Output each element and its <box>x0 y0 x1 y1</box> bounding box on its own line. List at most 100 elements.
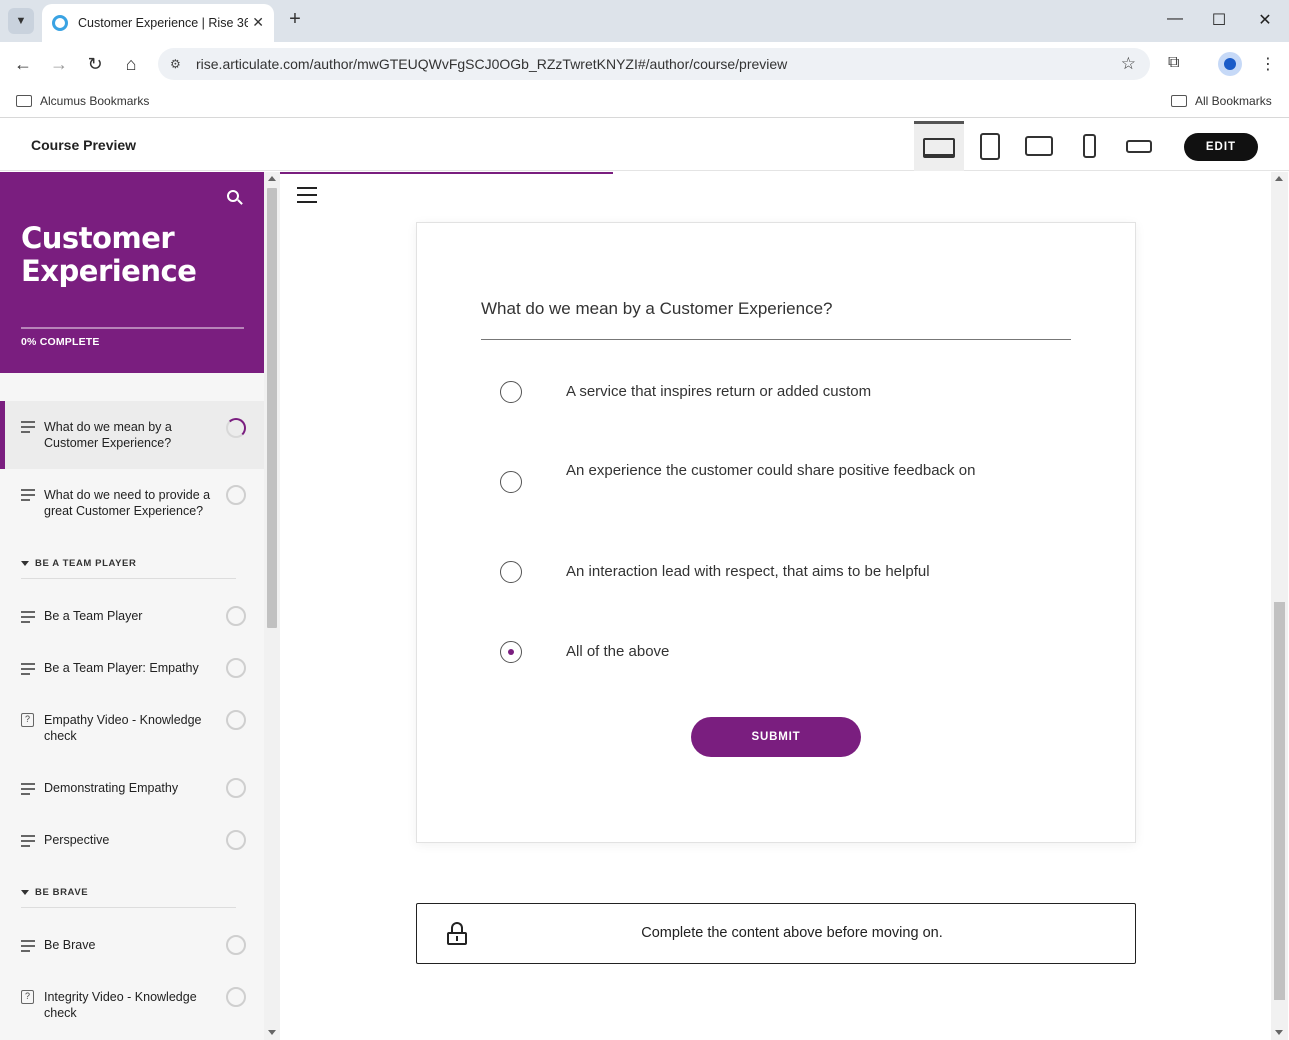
minimize-icon[interactable]: — <box>1160 10 1190 28</box>
scroll-down-icon[interactable] <box>1275 1030 1283 1035</box>
folder-icon <box>16 95 32 107</box>
page-title: Course Preview <box>31 137 137 153</box>
menu-hamburger-icon[interactable] <box>297 187 317 208</box>
status-circle-icon <box>226 485 246 505</box>
sidebar-item-lesson[interactable]: Be Brave <box>0 931 264 961</box>
sidebar-item-label: Demonstrating Empathy <box>44 781 179 795</box>
answer-label[interactable]: All of the above <box>566 642 1016 662</box>
back-icon[interactable]: ← <box>11 52 35 76</box>
bookmark-label: All Bookmarks <box>1195 94 1272 108</box>
bookmark-star-icon[interactable]: ☆ <box>1121 54 1136 74</box>
menu-kebab-icon[interactable]: ⋮ <box>1260 54 1276 74</box>
lesson-lines-icon <box>21 940 35 955</box>
phone-view-button[interactable] <box>1064 121 1114 171</box>
radio-button-selected[interactable] <box>500 641 522 663</box>
extensions-icon[interactable]: ⧉ <box>1168 54 1179 72</box>
laptop-icon <box>923 137 955 158</box>
tablet-landscape-icon <box>1025 136 1053 156</box>
sidebar-item-label: What do we need to provide a great Custo… <box>44 488 211 518</box>
sidebar-item-quiz[interactable]: ? Empathy Video - Knowledge check <box>0 706 264 752</box>
sidebar-item-lesson[interactable]: Demonstrating Empathy <box>0 774 264 804</box>
section-header[interactable]: BE BRAVE <box>21 887 236 908</box>
address-bar[interactable]: ⚙ rise.articulate.com/author/mwGTEUQWvFg… <box>158 48 1150 80</box>
laptop-view-button[interactable] <box>914 121 964 171</box>
url-text[interactable]: rise.articulate.com/author/mwGTEUQWvFgSC… <box>196 56 787 72</box>
lesson-content: What do we mean by a Customer Experience… <box>280 172 1271 1040</box>
radio-button[interactable] <box>500 381 522 403</box>
maximize-icon[interactable]: ☐ <box>1204 10 1234 30</box>
course-sidebar: Customer Experience 0% COMPLETE What do … <box>0 172 264 1040</box>
bookmark-folder-all[interactable]: All Bookmarks <box>1171 94 1272 108</box>
reload-icon[interactable]: ↻ <box>83 52 107 76</box>
submit-button[interactable]: SUBMIT <box>691 717 861 757</box>
section-header[interactable]: BE A TEAM PLAYER <box>21 558 236 579</box>
scroll-down-icon[interactable] <box>268 1030 276 1035</box>
caret-down-icon <box>21 560 29 566</box>
sidebar-item-label: Be Brave <box>44 938 96 952</box>
bookmark-label: Alcumus Bookmarks <box>40 94 150 108</box>
phone-landscape-view-button[interactable] <box>1114 121 1164 171</box>
locked-message: Complete the content above before moving… <box>641 925 943 941</box>
progress-label: 0% COMPLETE <box>21 336 100 348</box>
sidebar-item-lesson[interactable]: What do we need to provide a great Custo… <box>0 478 264 528</box>
tab-close-icon[interactable]: ✕ <box>252 14 264 31</box>
sidebar-item-quiz[interactable]: ? Integrity Video - Knowledge check <box>0 983 264 1029</box>
tab-search-chevron-icon[interactable]: ▼ <box>8 8 34 34</box>
preview-header: Course Preview EDIT <box>0 121 1289 171</box>
tab-title: Customer Experience | Rise 360 <box>78 16 248 30</box>
sidebar-item-lesson[interactable]: Be a Team Player: Empathy <box>0 654 264 684</box>
new-tab-icon[interactable]: + <box>284 8 306 31</box>
bookmark-folder-alcumus[interactable]: Alcumus Bookmarks <box>16 94 149 108</box>
sidebar-item-lesson[interactable]: What do we mean by a Customer Experience… <box>0 401 264 469</box>
tablet-icon <box>980 132 1000 160</box>
tablet-landscape-view-button[interactable] <box>1014 121 1064 171</box>
sidebar-item-label: Perspective <box>44 833 110 847</box>
content-scrollbar[interactable] <box>1271 172 1288 1040</box>
sidebar-item-label: What do we mean by a Customer Experience… <box>44 420 172 450</box>
section-label: BE BRAVE <box>35 887 89 898</box>
phone-landscape-icon <box>1126 139 1152 153</box>
course-progress-bar <box>21 327 244 329</box>
sidebar-item-label: Be a Team Player <box>44 609 143 623</box>
status-circle-icon <box>226 987 246 1007</box>
forward-icon[interactable]: → <box>47 52 71 76</box>
search-icon[interactable] <box>227 190 243 206</box>
bookmarks-bar: Alcumus Bookmarks All Bookmarks <box>0 86 1289 118</box>
status-circle-icon <box>226 778 246 798</box>
lesson-progress-bar <box>280 172 613 174</box>
radio-button[interactable] <box>500 471 522 493</box>
window-close-icon[interactable]: ✕ <box>1250 10 1280 30</box>
tablet-view-button[interactable] <box>965 121 1015 171</box>
sidebar-item-lesson[interactable]: Be a Team Player <box>0 602 264 632</box>
scrollbar-thumb[interactable] <box>1274 602 1285 1000</box>
browser-tab[interactable]: Customer Experience | Rise 360 ✕ <box>42 4 274 42</box>
sidebar-item-label: Be a Team Player: Empathy <box>44 661 199 675</box>
status-circle-icon <box>226 935 246 955</box>
quiz-card: What do we mean by a Customer Experience… <box>416 222 1136 843</box>
sidebar-item-lesson[interactable]: Perspective <box>0 826 264 856</box>
scroll-up-icon[interactable] <box>268 176 276 181</box>
section-label: BE A TEAM PLAYER <box>35 558 137 569</box>
profile-avatar-icon[interactable] <box>1218 52 1242 76</box>
sidebar-scrollbar[interactable] <box>264 172 280 1040</box>
scroll-up-icon[interactable] <box>1275 176 1283 181</box>
status-circle-icon <box>226 830 246 850</box>
quiz-question-icon: ? <box>21 713 34 727</box>
quiz-question: What do we mean by a Customer Experience… <box>481 299 1071 340</box>
radio-button[interactable] <box>500 561 522 583</box>
answer-label[interactable]: An experience the customer could share p… <box>566 461 1016 481</box>
progress-ring-icon <box>226 418 246 438</box>
quiz-question-icon: ? <box>21 990 34 1004</box>
sidebar-item-label: Integrity Video - Knowledge check <box>44 990 197 1020</box>
continue-locked-notice: Complete the content above before moving… <box>416 903 1136 964</box>
sidebar-item-label: Empathy Video - Knowledge check <box>44 713 202 743</box>
status-circle-icon <box>226 606 246 626</box>
answer-label[interactable]: An interaction lead with respect, that a… <box>566 562 1016 582</box>
lesson-lines-icon <box>21 421 35 436</box>
scrollbar-thumb[interactable] <box>267 188 277 628</box>
home-icon[interactable]: ⌂ <box>119 52 143 76</box>
answer-label[interactable]: A service that inspires return or added … <box>566 382 1016 402</box>
browser-tab-bar: ▼ Customer Experience | Rise 360 ✕ + — ☐… <box>0 0 1289 42</box>
edit-button[interactable]: EDIT <box>1184 133 1258 161</box>
site-info-icon[interactable]: ⚙ <box>170 57 186 71</box>
